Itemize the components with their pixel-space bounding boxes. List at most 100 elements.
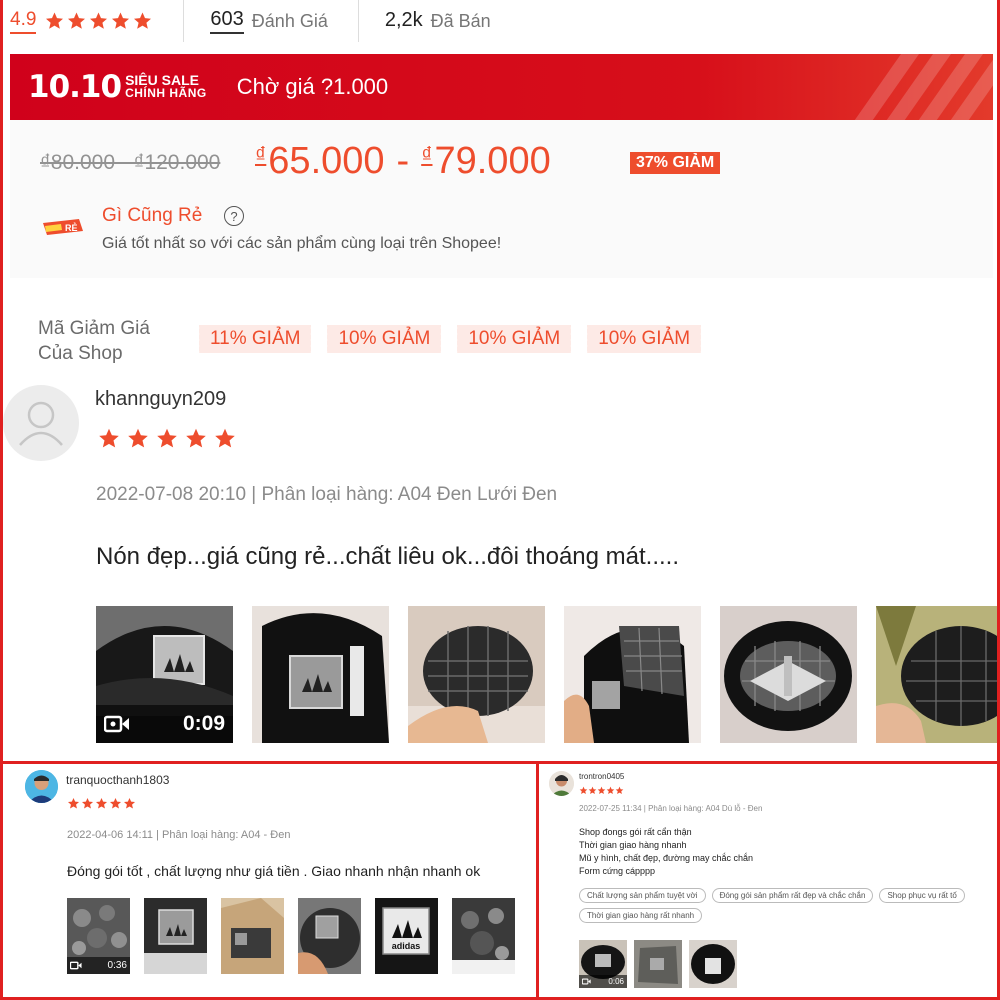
review-image-thumbnail[interactable] — [689, 940, 737, 988]
review-meta: 2022-07-25 11:34 | Phân loại hàng: A04 D… — [579, 804, 763, 813]
video-camera-icon — [104, 715, 129, 733]
cheap-logo-icon: RẺ — [43, 219, 83, 235]
cap-photo — [144, 898, 207, 974]
review-image-thumbnail[interactable] — [298, 898, 361, 974]
star-icon — [606, 786, 615, 794]
voucher-tag[interactable]: 11% GIẢM — [196, 325, 312, 353]
video-camera-icon — [582, 978, 591, 985]
price-high: 79.000 — [434, 140, 551, 182]
currency-symbol: ₫ — [421, 142, 433, 167]
cheap-logo-text: RẺ — [65, 222, 78, 233]
avatar[interactable] — [3, 385, 79, 461]
cap-photo — [298, 898, 361, 974]
price-box: ₫80.000 - ₫120.000 ₫ 65.000 - ₫ 79.000 3… — [10, 120, 993, 278]
review-stars — [97, 427, 237, 450]
review-card-main: khannguyn209 2022-07-08 20:10 | Phân loạ… — [0, 385, 1000, 764]
cap-photo — [689, 940, 737, 988]
review-image-thumbnail[interactable] — [634, 940, 682, 988]
star-icon — [588, 786, 597, 794]
review-video-thumbnail[interactable]: 0:06 — [579, 940, 627, 988]
review-text-line: Thời gian giao hàng nhanh — [579, 840, 687, 850]
review-media-list: 0:36 adidas — [67, 898, 515, 974]
voucher-tag[interactable]: 10% GIẢM — [325, 325, 442, 353]
review-image-thumbnail[interactable]: adidas — [375, 898, 438, 974]
help-icon[interactable]: ? — [224, 206, 244, 226]
user-photo — [549, 771, 574, 796]
current-price-range: ₫ 65.000 - ₫ 79.000 — [255, 140, 551, 183]
review-video-thumbnail[interactable]: 0:36 — [67, 898, 130, 974]
cap-photo — [720, 606, 857, 743]
review-meta: 2022-04-06 14:11 | Phân loại hàng: A04 -… — [67, 829, 291, 841]
video-duration: 0:09 — [182, 712, 225, 735]
star-icon — [112, 12, 130, 29]
star-icon — [157, 428, 177, 448]
review-tag-list: Chất lượng sản phẩm tuyệt vời Đóng gói s… — [579, 888, 997, 923]
sale-event-logo: 10.10 — [28, 69, 122, 105]
avatar[interactable] — [549, 771, 574, 796]
review-image-thumbnail[interactable] — [564, 606, 701, 743]
voucher-tag[interactable]: 10% GIẢM — [455, 325, 572, 353]
star-icon — [186, 428, 206, 448]
video-camera-icon — [70, 961, 82, 970]
shop-voucher-label: Mã Giảm Giá Của Shop — [38, 316, 150, 366]
review-card-3: trontron0405 2022-07-25 11:34 | Phân loạ… — [536, 761, 1000, 1000]
review-video-thumbnail[interactable]: 0:09 — [96, 606, 233, 743]
price-low: 65.000 — [268, 140, 385, 182]
star-icon — [615, 786, 624, 794]
star-icon — [46, 12, 64, 29]
star-icon — [81, 797, 94, 809]
cheap-title[interactable]: Gì Cũng Rẻ — [102, 205, 202, 227]
product-stats-bar: 4.9 603 Đánh Giá 2,2k Đã Bán — [10, 0, 547, 42]
star-icon — [95, 797, 108, 809]
review-image-thumbnail[interactable] — [876, 606, 997, 743]
cap-photo — [408, 606, 545, 743]
review-image-thumbnail[interactable] — [252, 606, 389, 743]
review-media-list: 0:06 — [579, 940, 737, 988]
sold-label: Đã Bán — [430, 10, 491, 31]
sold-stat: 2,2k Đã Bán — [385, 0, 521, 42]
reviews-stat[interactable]: 603 Đánh Giá — [210, 0, 359, 42]
avatar[interactable] — [25, 770, 58, 803]
star-icon — [99, 428, 119, 448]
sale-event-subtitle: SIÊU SALE CHÍNH HÃNG — [125, 73, 207, 100]
video-duration: 0:06 — [608, 977, 624, 986]
package-photo — [452, 898, 515, 974]
star-icon — [109, 797, 122, 809]
sold-count: 2,2k — [384, 9, 423, 31]
box-photo — [221, 898, 284, 974]
review-tag: Chất lượng sản phẩm tuyệt vời — [579, 888, 706, 903]
video-duration: 0:36 — [107, 960, 127, 971]
reviews-count: 603 — [210, 8, 244, 34]
star-icon — [215, 428, 235, 448]
review-image-thumbnail[interactable] — [144, 898, 207, 974]
user-photo — [25, 770, 58, 803]
star-icon — [68, 12, 86, 29]
shop-voucher-list: 11% GIẢM 10% GIẢM 10% GIẢM 10% GIẢM — [196, 325, 702, 353]
reviewer-username[interactable]: trontron0405 — [579, 772, 624, 781]
review-image-thumbnail[interactable] — [408, 606, 545, 743]
rating-stat[interactable]: 4.9 — [10, 0, 185, 42]
reviewer-username[interactable]: tranquocthanh1803 — [66, 773, 169, 787]
review-image-thumbnail[interactable] — [720, 606, 857, 743]
review-media-list: 0:09 — [96, 606, 997, 743]
shop-voucher-label-line1: Mã Giảm Giá — [38, 318, 150, 339]
star-icon — [123, 797, 136, 809]
wait-price-text: Chờ giá ?1.000 — [236, 74, 389, 99]
video-duration-bar: 0:09 — [96, 705, 233, 743]
banner-decoration — [843, 54, 993, 120]
discount-badge: 37% GIẢM — [630, 152, 721, 174]
review-tag: Thời gian giao hàng rất nhanh — [579, 908, 703, 923]
review-text: Đóng gói tốt , chất lượng như giá tiền .… — [67, 863, 481, 879]
review-image-thumbnail[interactable] — [452, 898, 515, 974]
cap-photo — [876, 606, 997, 743]
shop-voucher-label-line2: Của Shop — [38, 343, 123, 364]
review-text-line: Form cứng cápppp — [579, 866, 656, 876]
video-duration-bar: 0:06 — [579, 975, 627, 988]
voucher-tag[interactable]: 10% GIẢM — [585, 325, 702, 353]
reviewer-username[interactable]: khannguyn209 — [95, 388, 226, 411]
original-price-range: ₫80.000 - ₫120.000 — [40, 151, 221, 174]
cap-photo — [564, 606, 701, 743]
price-separator: - — [396, 140, 410, 182]
review-image-thumbnail[interactable] — [221, 898, 284, 974]
video-duration-bar: 0:36 — [67, 957, 130, 974]
